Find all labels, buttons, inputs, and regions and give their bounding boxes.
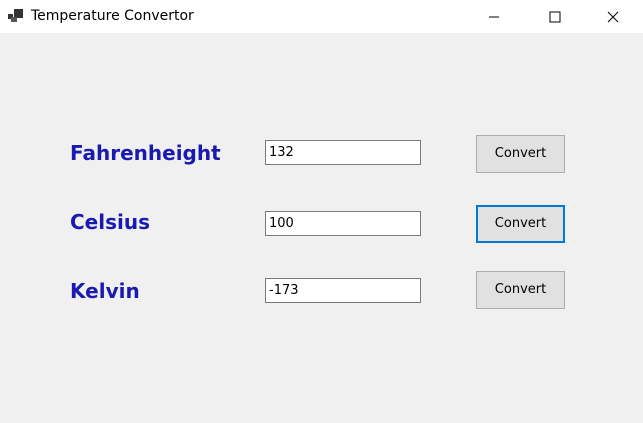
close-button[interactable] (584, 0, 642, 33)
minimize-button[interactable] (465, 0, 523, 33)
celsius-label: Celsius (70, 210, 150, 234)
convert-celsius-button[interactable]: Convert (476, 205, 565, 243)
app-window: Temperature Convertor Fahrenheight Conve… (0, 0, 643, 423)
kelvin-input[interactable] (265, 278, 421, 303)
maximize-button[interactable] (526, 0, 584, 33)
celsius-input[interactable] (265, 211, 421, 236)
title-bar[interactable]: Temperature Convertor (0, 0, 643, 33)
fahrenheit-label: Fahrenheight (70, 141, 221, 165)
convert-fahrenheit-button[interactable]: Convert (476, 135, 565, 173)
fahrenheit-input[interactable] (265, 140, 421, 165)
window-title: Temperature Convertor (31, 8, 194, 24)
minimize-icon (489, 16, 499, 17)
app-icon (8, 9, 23, 22)
convert-kelvin-button[interactable]: Convert (476, 271, 565, 309)
close-icon (607, 11, 619, 22)
maximize-icon (549, 11, 561, 22)
kelvin-label: Kelvin (70, 279, 140, 303)
